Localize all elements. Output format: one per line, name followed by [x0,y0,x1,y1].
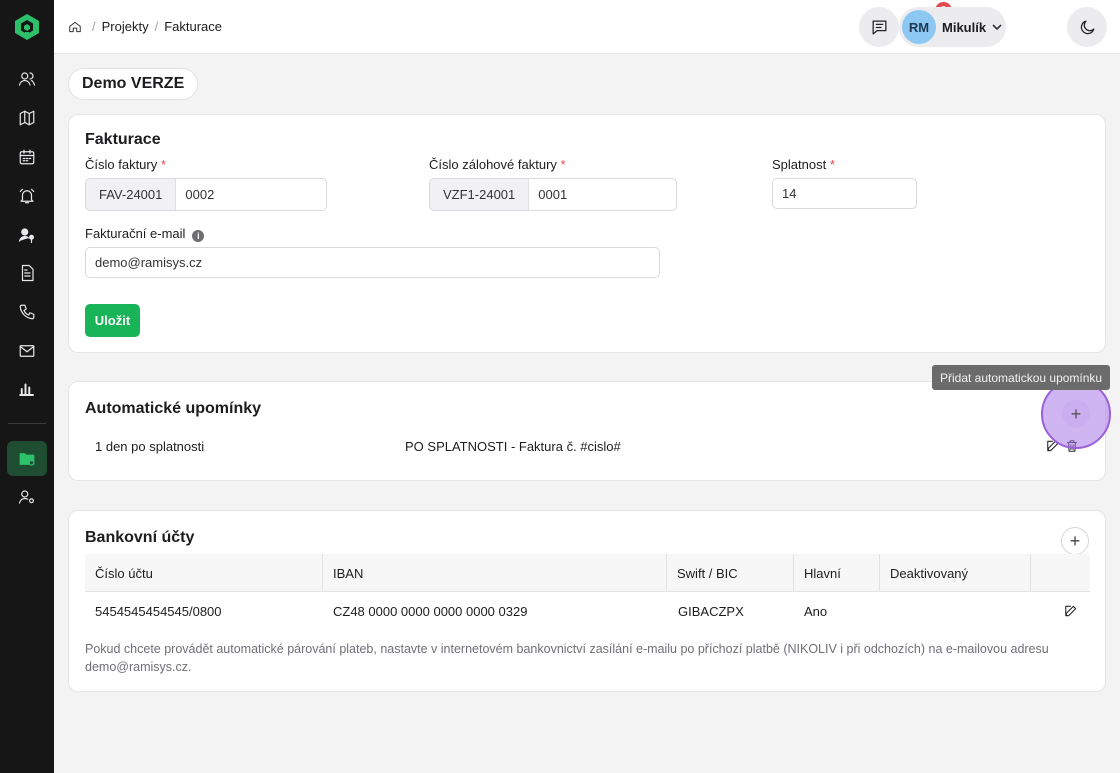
add-reminder-tooltip: Přidat automatickou upomínku [932,365,1111,390]
avatar: RM [902,10,936,44]
user-settings-icon[interactable] [16,486,38,508]
bank-accounts-card: Bankovní účty + Číslo účtu IBAN Swift / … [68,510,1106,692]
chevron-down-icon [992,24,1002,31]
users-icon[interactable] [16,68,38,90]
edit-icon[interactable] [1064,604,1078,618]
column-account-number[interactable]: Číslo účtu [85,554,323,592]
moon-icon [1080,20,1094,34]
invoice-prefix: FAV-24001 [86,179,177,210]
deposit-number-label: Číslo zálohové faktury * [429,157,566,172]
breadcrumb-billing: Fakturace [164,19,223,34]
plus-icon: + [1062,400,1090,428]
page-title: Demo VERZE [68,68,199,100]
billing-card: Fakturace Číslo faktury * FAV-24001 0002… [68,114,1106,353]
email-label: Fakturační e-mail i [85,226,205,242]
info-icon[interactable]: i [192,230,205,242]
phone-icon[interactable] [16,301,38,323]
user-name: Mikulík [942,19,987,35]
bank-accounts-title: Bankovní účty [85,529,195,546]
breadcrumb-separator: / [92,19,96,34]
billing-title: Fakturace [85,131,161,148]
breadcrumb-separator: / [154,19,159,34]
invoice-number-label: Číslo faktury * [85,157,166,172]
document-icon[interactable] [16,262,38,284]
folder-settings-icon[interactable] [16,448,38,470]
bank-pairing-note: Pokud chcete provádět automatické párová… [85,642,1049,674]
chat-icon [872,20,886,34]
alarm-icon[interactable] [16,185,38,207]
theme-toggle-button[interactable] [1067,7,1107,47]
invoice-number-input[interactable]: 0002 [176,179,223,210]
sidebar [0,0,54,773]
deposit-prefix: VZF1-24001 [430,179,530,210]
save-button[interactable]: Uložit [85,304,140,337]
add-bank-account-button[interactable]: + [1061,527,1089,555]
mail-icon[interactable] [16,340,38,362]
due-input[interactable]: 14 [772,178,917,209]
home-icon[interactable] [68,20,82,34]
sidebar-divider [8,423,46,424]
cell-iban: CZ48 0000 0000 0000 0000 0329 [333,604,528,619]
table-header: Číslo účtu IBAN Swift / BIC Hlavní Deakt… [85,554,1090,592]
column-main[interactable]: Hlavní [794,554,880,592]
reminders-card: Automatické upomínky 1 den po splatnosti… [68,381,1106,481]
breadcrumb: / Projekty / Fakturace [68,19,222,34]
column-swift[interactable]: Swift / BIC [667,554,794,592]
chart-icon[interactable] [16,378,38,400]
cell-swift: GIBACZPX [678,604,744,619]
app-logo[interactable] [14,13,40,41]
email-input[interactable]: demo@ramisys.cz [85,247,660,278]
breadcrumb-projects[interactable]: Projekty [102,19,149,34]
calendar-icon[interactable] [16,146,38,168]
map-icon[interactable] [16,107,38,129]
top-bar: / Projekty / Fakturace 3 RM Mikulík [54,0,1120,54]
cell-account-number: 5454545454545/0800 [95,604,222,619]
column-deactivated[interactable]: Deaktivovaný [880,554,1031,592]
invoice-number-field[interactable]: FAV-24001 0002 [85,178,327,211]
deposit-number-field[interactable]: VZF1-24001 0001 [429,178,677,211]
column-iban[interactable]: IBAN [323,554,667,592]
deposit-number-input[interactable]: 0001 [529,179,576,210]
due-label: Splatnost * [772,157,835,172]
user-key-icon[interactable] [16,224,38,246]
reminder-when: 1 den po splatnosti [95,439,205,454]
messages-button[interactable] [859,7,899,47]
reminders-title: Automatické upomínky [85,400,262,417]
reminder-subject: PO SPLATNOSTI - Faktura č. #cislo# [405,439,621,454]
cell-main: Ano [804,604,828,619]
user-menu[interactable]: RM Mikulík [899,7,1006,47]
